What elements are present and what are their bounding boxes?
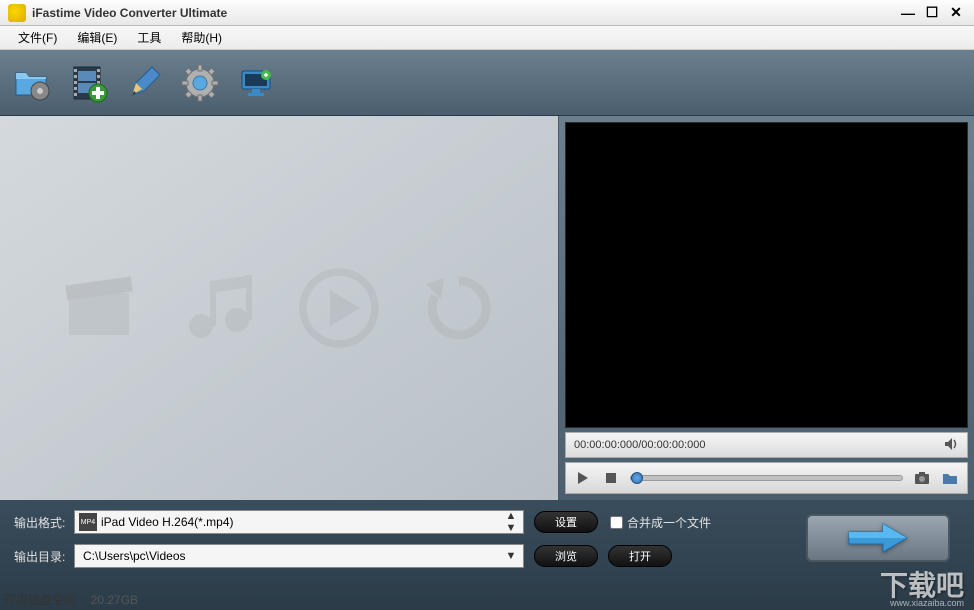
main-area: 00:00:00:000/00:00:00:000 [0, 116, 974, 500]
dir-dropdown-arrow-icon: ▼ [503, 550, 519, 562]
play-circle-icon [294, 263, 384, 353]
toolbar [0, 50, 974, 116]
watermark-url: www.xiazaiba.com [890, 598, 964, 608]
watermark-graphics [54, 263, 504, 353]
load-file-button[interactable] [10, 61, 54, 105]
minimize-button[interactable]: — [898, 3, 918, 23]
refresh-icon [414, 263, 504, 353]
time-display: 00:00:00:000/00:00:00:000 [574, 439, 706, 451]
volume-button[interactable] [943, 436, 959, 455]
merge-checkbox[interactable] [610, 516, 623, 529]
music-icon [174, 263, 264, 353]
progress-slider[interactable] [630, 475, 903, 481]
menu-edit[interactable]: 编辑(E) [67, 27, 127, 48]
output-dir-value: C:\Users\pc\Videos [79, 549, 503, 563]
folder-disc-icon [12, 63, 52, 103]
disk-space-info: 可用磁盘空间: 20.27GB [4, 591, 138, 608]
output-dir-field[interactable]: C:\Users\pc\Videos ▼ [74, 544, 524, 568]
output-format-dropdown[interactable]: MP4 iPad Video H.264(*.mp4) ▲▼ [74, 510, 524, 534]
film-add-icon [68, 63, 108, 103]
camera-icon [914, 471, 930, 485]
titlebar: iFastime Video Converter Ultimate — ☐ ✕ [0, 0, 974, 26]
output-format-value: iPad Video H.264(*.mp4) [101, 515, 503, 529]
clapper-icon [54, 263, 144, 353]
folder-button[interactable] [941, 469, 959, 487]
load-video-button[interactable] [66, 61, 110, 105]
play-button[interactable] [574, 469, 592, 487]
output-dir-label: 输出目录: [14, 548, 74, 565]
app-logo-icon [8, 4, 26, 22]
output-format-label: 输出格式: [14, 514, 74, 531]
source-file-area[interactable] [0, 116, 559, 500]
speaker-icon [943, 436, 959, 452]
menubar: 文件(F) 编辑(E) 工具 帮助(H) [0, 26, 974, 50]
close-button[interactable]: ✕ [946, 3, 966, 23]
stop-icon [605, 472, 617, 484]
playback-controls [565, 462, 968, 494]
open-button[interactable]: 打开 [608, 545, 672, 567]
menu-help[interactable]: 帮助(H) [171, 27, 232, 48]
folder-icon [942, 471, 958, 485]
pencil-icon [124, 63, 164, 103]
settings-button[interactable] [178, 61, 222, 105]
gear-icon [180, 63, 220, 103]
edit-button[interactable] [122, 61, 166, 105]
monitor-icon [236, 63, 276, 103]
convert-arrow-icon [843, 520, 913, 556]
progress-thumb[interactable] [631, 472, 643, 484]
play-icon [576, 471, 590, 485]
snapshot-button[interactable] [913, 469, 931, 487]
display-button[interactable] [234, 61, 278, 105]
merge-label: 合并成一个文件 [627, 514, 711, 531]
convert-button[interactable] [806, 514, 950, 562]
browse-button[interactable]: 浏览 [534, 545, 598, 567]
disk-label: 可用磁盘空间: [4, 593, 79, 607]
menu-tools[interactable]: 工具 [127, 27, 171, 48]
time-display-bar: 00:00:00:000/00:00:00:000 [565, 432, 968, 458]
format-settings-button[interactable]: 设置 [534, 511, 598, 533]
stop-button[interactable] [602, 469, 620, 487]
app-title: iFastime Video Converter Ultimate [32, 6, 894, 20]
dropdown-arrow-icon: ▲▼ [503, 510, 519, 534]
disk-value: 20.27GB [91, 593, 138, 607]
output-panel: 输出格式: MP4 iPad Video H.264(*.mp4) ▲▼ 设置 … [0, 500, 974, 610]
maximize-button[interactable]: ☐ [922, 3, 942, 23]
preview-panel: 00:00:00:000/00:00:00:000 [559, 116, 974, 500]
format-type-icon: MP4 [79, 513, 97, 531]
menu-file[interactable]: 文件(F) [8, 27, 67, 48]
video-preview-screen [565, 122, 968, 428]
